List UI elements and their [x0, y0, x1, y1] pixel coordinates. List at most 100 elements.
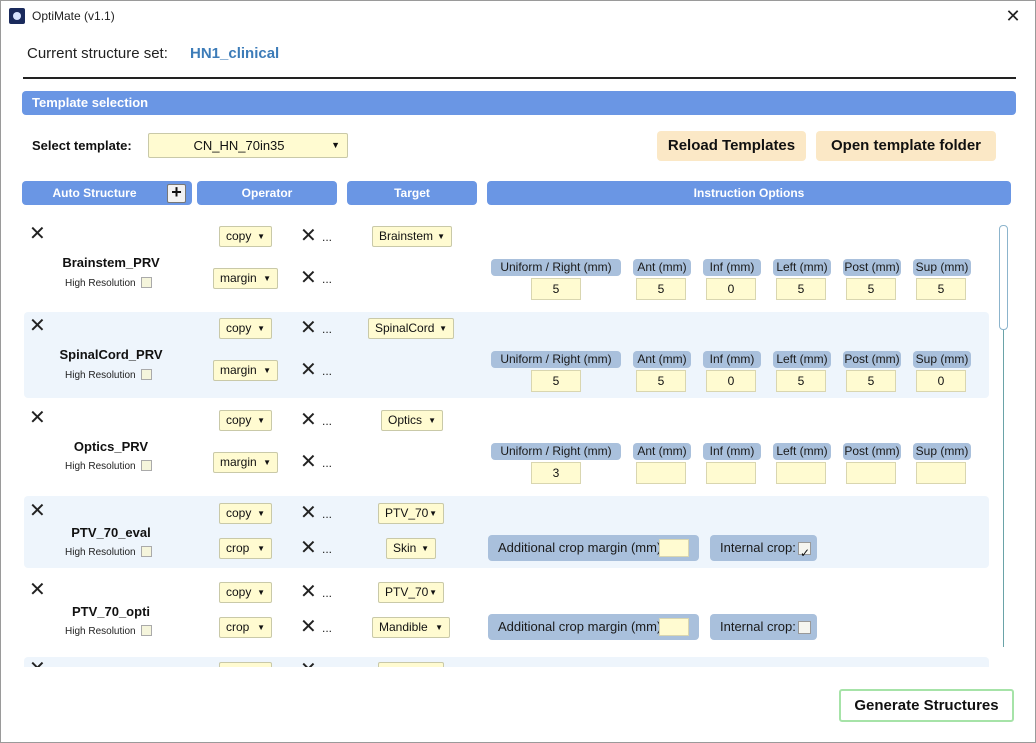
internal-crop-checkbox[interactable]: [798, 621, 811, 634]
margin-input-ant[interactable]: [636, 462, 686, 484]
operator-dropdown[interactable]: margin ▼: [213, 360, 278, 381]
margin-input-ant[interactable]: 5: [636, 278, 686, 300]
margin-label-ant: Ant (mm): [633, 259, 691, 276]
operator-value: copy: [226, 229, 252, 243]
margin-input-left[interactable]: 5: [776, 370, 826, 392]
delete-structure-icon[interactable]: ✕: [29, 580, 46, 600]
column-header-operator: Operator: [197, 181, 337, 205]
operation-more-icon[interactable]: ...: [322, 507, 332, 521]
high-resolution-checkbox[interactable]: [140, 460, 152, 471]
structure-set-label: Current structure set:: [27, 45, 168, 62]
high-resolution-toggle[interactable]: High Resolution: [65, 460, 152, 472]
margin-input-post[interactable]: 5: [846, 370, 896, 392]
margin-input-inf[interactable]: 0: [706, 370, 756, 392]
remove-operation-icon[interactable]: ✕: [300, 410, 317, 430]
high-resolution-checkbox[interactable]: [140, 369, 152, 380]
operator-dropdown[interactable]: copy ▼: [219, 582, 272, 603]
additional-crop-margin-input[interactable]: [659, 539, 689, 557]
operation-more-icon[interactable]: ...: [322, 414, 332, 428]
operator-dropdown[interactable]: crop ▼: [219, 617, 272, 638]
additional-crop-margin-label: Additional crop margin (mm):: [498, 540, 665, 555]
delete-structure-icon[interactable]: ✕: [29, 408, 46, 428]
high-resolution-label: High Resolution: [65, 278, 136, 289]
structure-list[interactable]: ✕ Brainstem_PRV High Resolution copy ▼ ✕ …: [22, 217, 995, 667]
operator-dropdown[interactable]: margin ▼: [213, 268, 278, 289]
target-dropdown[interactable]: [378, 662, 444, 667]
remove-operation-icon[interactable]: ✕: [300, 503, 317, 523]
operation-more-icon[interactable]: ...: [322, 230, 332, 244]
operator-dropdown[interactable]: copy ▼: [219, 503, 272, 524]
margin-input-sup[interactable]: [916, 462, 966, 484]
additional-crop-margin-input[interactable]: [659, 618, 689, 636]
margin-input-post[interactable]: 5: [846, 278, 896, 300]
operator-dropdown[interactable]: [219, 662, 272, 667]
remove-operation-icon[interactable]: ✕: [300, 452, 317, 472]
delete-structure-icon[interactable]: ✕: [29, 316, 46, 336]
generate-structures-button[interactable]: Generate Structures: [839, 689, 1014, 722]
margin-input-post[interactable]: [846, 462, 896, 484]
high-resolution-checkbox[interactable]: [140, 277, 152, 288]
target-dropdown[interactable]: Optics ▼: [381, 410, 443, 431]
open-template-folder-button[interactable]: Open template folder: [816, 131, 996, 161]
operator-dropdown[interactable]: margin ▼: [213, 452, 278, 473]
high-resolution-toggle[interactable]: High Resolution: [65, 369, 152, 381]
remove-operation-icon[interactable]: ✕: [300, 268, 317, 288]
high-resolution-toggle[interactable]: High Resolution: [65, 277, 152, 289]
operator-dropdown[interactable]: crop ▼: [219, 538, 272, 559]
remove-operation-icon[interactable]: ✕: [300, 360, 317, 380]
scrollbar-thumb[interactable]: [999, 225, 1008, 330]
operator-dropdown[interactable]: copy ▼: [219, 318, 272, 339]
internal-crop-checkbox[interactable]: [798, 540, 811, 566]
operation-more-icon[interactable]: ...: [322, 272, 332, 286]
high-resolution-checkbox[interactable]: [140, 546, 152, 557]
margin-input-sup[interactable]: 5: [916, 278, 966, 300]
margin-input-left[interactable]: 5: [776, 278, 826, 300]
window-close-button[interactable]: ✕: [991, 1, 1035, 31]
operator-dropdown[interactable]: copy ▼: [219, 410, 272, 431]
delete-structure-icon[interactable]: ✕: [29, 501, 46, 521]
remove-operation-icon[interactable]: ✕: [300, 318, 317, 338]
remove-operation-icon[interactable]: ✕: [300, 538, 317, 558]
add-structure-button[interactable]: +: [167, 183, 186, 203]
target-dropdown[interactable]: Skin ▼: [386, 538, 436, 559]
reload-templates-button[interactable]: Reload Templates: [657, 131, 806, 161]
target-value: Brainstem: [379, 229, 434, 243]
high-resolution-checkbox[interactable]: [140, 625, 152, 636]
margin-label-ant: Ant (mm): [633, 351, 691, 368]
additional-crop-margin-field: Additional crop margin (mm):: [488, 614, 699, 640]
remove-operation-icon[interactable]: ✕: [300, 660, 317, 667]
margin-label-post: Post (mm): [843, 443, 901, 460]
operation-more-icon[interactable]: ...: [322, 364, 332, 378]
remove-operation-icon[interactable]: ✕: [300, 617, 317, 637]
operator-value: copy: [226, 506, 252, 520]
margin-input-ant[interactable]: 5: [636, 370, 686, 392]
target-dropdown[interactable]: PTV_70 ▼: [378, 503, 444, 524]
margin-input-inf[interactable]: [706, 462, 756, 484]
remove-operation-icon[interactable]: ✕: [300, 582, 317, 602]
margin-input-uniform[interactable]: 5: [531, 370, 581, 392]
remove-operation-icon[interactable]: ✕: [300, 226, 317, 246]
delete-structure-icon[interactable]: ✕: [29, 224, 46, 244]
margin-input-inf[interactable]: 0: [706, 278, 756, 300]
delete-structure-icon[interactable]: ✕: [29, 659, 46, 667]
template-section-header: Template selection: [22, 91, 1016, 115]
template-dropdown[interactable]: CN_HN_70in35 ▼: [148, 133, 348, 158]
margin-input-sup[interactable]: 0: [916, 370, 966, 392]
additional-crop-margin-field: Additional crop margin (mm):: [488, 535, 699, 561]
operator-dropdown[interactable]: copy ▼: [219, 226, 272, 247]
operation-more-icon[interactable]: ...: [322, 456, 332, 470]
target-dropdown[interactable]: SpinalCord ▼: [368, 318, 454, 339]
high-resolution-toggle[interactable]: High Resolution: [65, 625, 152, 637]
margin-input-uniform[interactable]: 5: [531, 278, 581, 300]
operation-more-icon[interactable]: ...: [322, 621, 332, 635]
target-dropdown[interactable]: PTV_70 ▼: [378, 582, 444, 603]
operation-more-icon[interactable]: ...: [322, 322, 332, 336]
target-dropdown[interactable]: Mandible ▼: [372, 617, 450, 638]
margin-input-left[interactable]: [776, 462, 826, 484]
margin-input-uniform[interactable]: 3: [531, 462, 581, 484]
high-resolution-toggle[interactable]: High Resolution: [65, 546, 152, 558]
operation-more-icon[interactable]: ...: [322, 586, 332, 600]
operation-more-icon[interactable]: ...: [322, 542, 332, 556]
margin-label-left: Left (mm): [773, 443, 831, 460]
target-dropdown[interactable]: Brainstem ▼: [372, 226, 452, 247]
